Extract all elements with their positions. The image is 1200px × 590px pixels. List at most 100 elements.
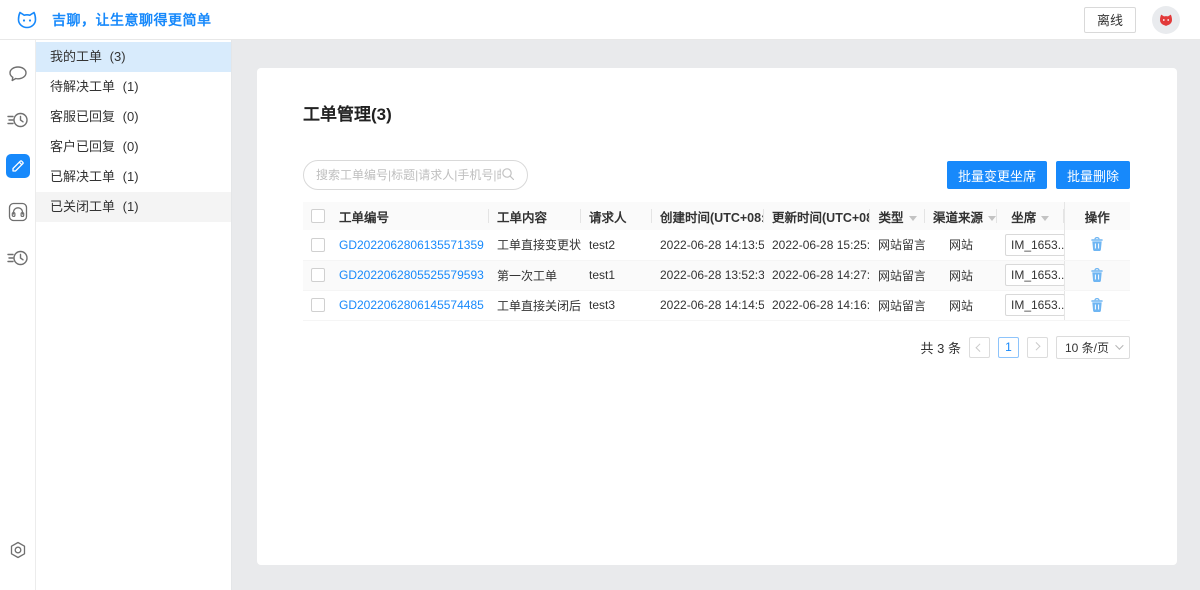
agent-select[interactable]: IM_1653... (1005, 294, 1064, 316)
ticket-type: 网站留言 (870, 260, 925, 290)
ticket-type: 网站留言 (870, 230, 925, 260)
agent-select-value: IM_1653... (1011, 268, 1064, 282)
updated-time: 2022-06-28 15:25:49 (764, 230, 870, 260)
menu-item-label: 我的工单 (50, 49, 102, 64)
table-row: GD2022062806135571359 工单直接变更状态 test2 202… (303, 230, 1130, 260)
header-agent: 坐席 (997, 202, 1064, 230)
requester: test2 (581, 230, 652, 260)
ticket-channel: 网站 (925, 260, 997, 290)
menu-item-pending-tickets[interactable]: 待解决工单 (1) (36, 72, 231, 102)
menu-item-count: (1) (123, 169, 139, 184)
row-checkbox[interactable] (311, 268, 325, 282)
header-ticket-id: 工单编号 (331, 202, 489, 230)
table-row: GD2022062805525579593 第一次工单 test1 2022-0… (303, 260, 1130, 290)
topbar: 吉聊，让生意聊得更简单 离线 (0, 0, 1200, 40)
delete-ticket-button[interactable] (1090, 237, 1104, 252)
brand: 吉聊，让生意聊得更简单 (14, 9, 212, 31)
menu-item-count: (0) (123, 139, 139, 154)
requester: test3 (581, 290, 652, 320)
menu-item-label: 已关闭工单 (50, 199, 115, 214)
header-requester: 请求人 (581, 202, 652, 230)
icon-sidebar (0, 40, 36, 590)
next-page-button[interactable] (1027, 337, 1048, 358)
type-filter-icon[interactable] (909, 216, 917, 221)
ticket-channel: 网站 (925, 290, 997, 320)
agent-select[interactable]: IM_1653... (1005, 234, 1064, 256)
chevron-down-icon (1115, 341, 1123, 349)
created-time: 2022-06-28 14:13:57 (652, 230, 764, 260)
page-size-select[interactable]: 10 条/页 (1056, 336, 1130, 359)
agent-select[interactable]: IM_1653... (1005, 264, 1064, 286)
menu-item-agent-replied[interactable]: 客服已回复 (0) (36, 102, 231, 132)
search-box[interactable] (303, 160, 528, 190)
online-status-button[interactable]: 离线 (1084, 7, 1136, 33)
row-checkbox[interactable] (311, 238, 325, 252)
page-title: 工单管理(3) (303, 100, 1130, 125)
chevron-right-icon (1033, 342, 1041, 350)
settings-icon[interactable] (6, 538, 30, 562)
edit-icon[interactable] (6, 154, 30, 178)
history-icon[interactable] (6, 108, 30, 132)
menu-item-customer-replied[interactable]: 客户已回复 (0) (36, 132, 231, 162)
created-time: 2022-06-28 13:52:37 (652, 260, 764, 290)
agent-select-value: IM_1653... (1011, 298, 1064, 312)
total-count: 共 3 条 (921, 338, 961, 357)
updated-time: 2022-06-28 14:16:56 (764, 290, 870, 320)
channel-filter-icon[interactable] (988, 216, 996, 221)
header-ticket-content: 工单内容 (489, 202, 581, 230)
select-all-checkbox[interactable] (311, 209, 325, 223)
header-created-time: 创建时间(UTC+08:00) (652, 202, 764, 230)
header-agent-label: 坐席 (1011, 211, 1036, 225)
menu-item-closed-tickets[interactable]: 已关闭工单 (1) (36, 192, 231, 222)
header-actions: 操作 (1064, 202, 1130, 230)
delete-ticket-button[interactable] (1090, 298, 1104, 313)
ticket-id-link[interactable]: GD2022062805525579593 (339, 268, 484, 282)
batch-delete-button[interactable]: 批量删除 (1056, 161, 1130, 189)
select-all-cell (303, 202, 331, 230)
table-row: GD2022062806145574485 工单直接关闭后... test3 2… (303, 290, 1130, 320)
user-avatar[interactable] (1152, 6, 1180, 34)
ticket-history-icon[interactable] (6, 246, 30, 270)
page-number-button[interactable]: 1 (998, 337, 1019, 358)
header-channel-label: 渠道来源 (933, 211, 983, 225)
ticket-management-card: 工单管理(3) 批量变更坐席 批量删除 (257, 68, 1177, 565)
page-size-value: 10 条/页 (1065, 339, 1109, 356)
header-type-label: 类型 (878, 211, 903, 225)
brand-cat-logo-icon (14, 9, 40, 31)
delete-ticket-button[interactable] (1090, 268, 1104, 283)
header-type: 类型 (870, 202, 925, 230)
table-header-row: 工单编号 工单内容 请求人 创建时间(UTC+08:00) 更新时间(UTC+0… (303, 202, 1130, 230)
ticket-content: 第一次工单 (489, 260, 581, 290)
search-icon[interactable] (501, 167, 515, 184)
menu-item-my-tickets[interactable]: 我的工单 (3) (36, 42, 231, 72)
ticket-menu-sidebar: 我的工单 (3) 待解决工单 (1) 客服已回复 (0) 客户已回复 (0) 已… (36, 40, 232, 590)
header-channel: 渠道来源 (925, 202, 997, 230)
chevron-left-icon (976, 343, 984, 351)
chat-icon[interactable] (6, 62, 30, 86)
menu-item-label: 客服已回复 (50, 109, 115, 124)
ticket-id-link[interactable]: GD2022062806135571359 (339, 238, 484, 252)
menu-item-count: (3) (110, 49, 126, 64)
created-time: 2022-06-28 14:14:54 (652, 290, 764, 320)
prev-page-button[interactable] (969, 337, 990, 358)
pagination: 共 3 条 1 10 条/页 (303, 336, 1130, 359)
updated-time: 2022-06-28 14:27:52 (764, 260, 870, 290)
ticket-content: 工单直接关闭后... (489, 290, 581, 320)
batch-change-agent-button[interactable]: 批量变更坐席 (947, 161, 1047, 189)
menu-item-label: 待解决工单 (50, 79, 115, 94)
headset-icon[interactable] (6, 200, 30, 224)
header-updated-time: 更新时间(UTC+08:00) (764, 202, 870, 230)
ticket-id-link[interactable]: GD2022062806145574485 (339, 298, 484, 312)
brand-slogan: 吉聊，让生意聊得更简单 (52, 10, 212, 30)
search-input[interactable] (316, 168, 501, 182)
agent-filter-icon[interactable] (1041, 216, 1049, 221)
menu-item-label: 客户已回复 (50, 139, 115, 154)
requester: test1 (581, 260, 652, 290)
menu-item-resolved-tickets[interactable]: 已解决工单 (1) (36, 162, 231, 192)
ticket-type: 网站留言 (870, 290, 925, 320)
menu-item-label: 已解决工单 (50, 169, 115, 184)
row-checkbox[interactable] (311, 298, 325, 312)
agent-select-value: IM_1653... (1011, 238, 1064, 252)
menu-item-count: (0) (123, 109, 139, 124)
toolbar: 批量变更坐席 批量删除 (303, 160, 1130, 190)
